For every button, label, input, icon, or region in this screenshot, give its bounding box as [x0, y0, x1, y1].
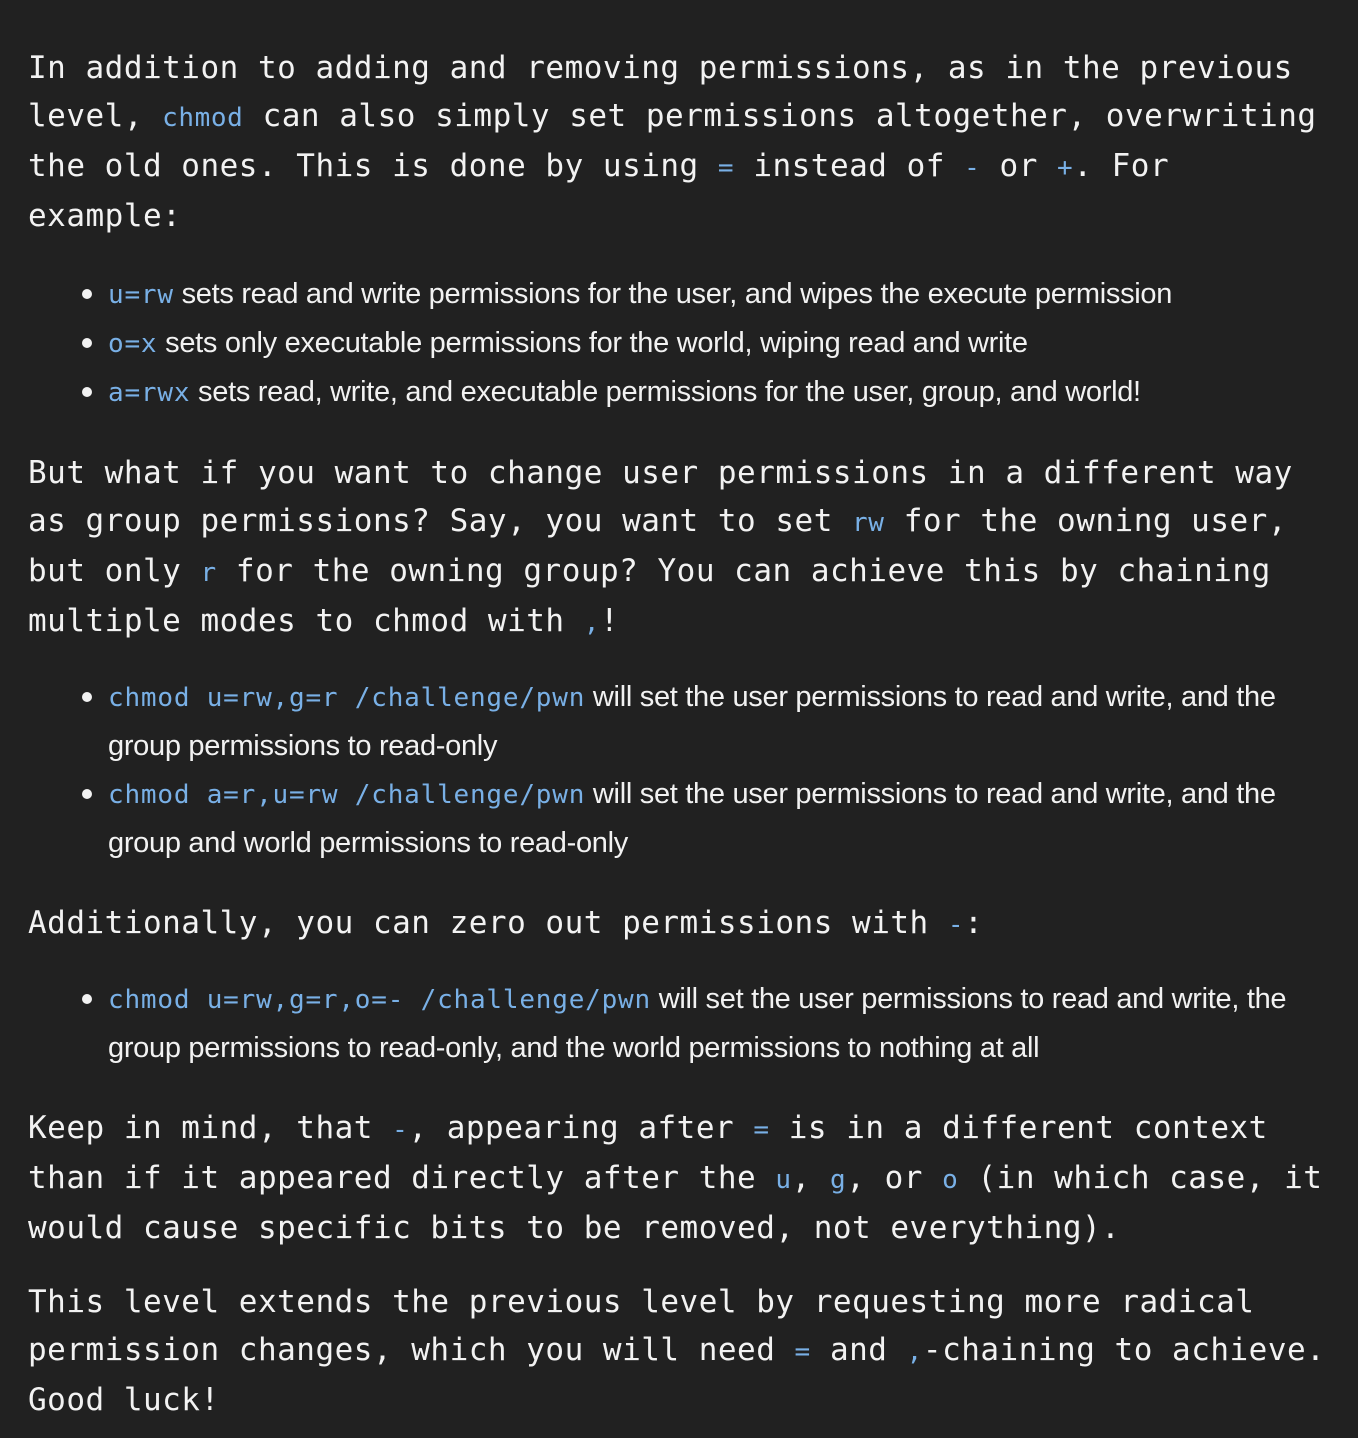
inline-code: chmod u=rw,g=r /challenge/pwn — [108, 683, 586, 713]
text: : — [964, 905, 984, 941]
list-item: chmod a=r,u=rw /challenge/pwn will set t… — [82, 770, 1330, 867]
inline-code: chmod — [162, 103, 244, 133]
inline-code: a=rwx — [108, 378, 191, 408]
list-item: u=rw sets read and write permissions for… — [82, 270, 1330, 319]
paragraph-context-note: Keep in mind, that -, appearing after = … — [28, 1104, 1330, 1252]
text: , appearing after — [408, 1110, 754, 1146]
list-item-text: sets read and write permissions for the … — [173, 278, 1173, 310]
list-item-text: sets only executable permissions for the… — [157, 327, 1028, 359]
text: , or — [846, 1160, 943, 1196]
inline-code: - — [964, 153, 981, 183]
inline-code: - — [392, 1115, 409, 1145]
inline-code: rw — [852, 508, 885, 538]
text: , — [791, 1160, 830, 1196]
inline-code: r — [200, 558, 217, 588]
list-item: chmod u=rw,g=r /challenge/pwn will set t… — [82, 673, 1330, 770]
inline-code: , — [906, 1337, 923, 1367]
list-item-text: sets read, write, and executable permiss… — [190, 376, 1141, 408]
inline-code: , — [583, 608, 601, 638]
inline-code: u — [775, 1165, 792, 1195]
inline-code: + — [1057, 153, 1074, 183]
list-item: a=rwx sets read, write, and executable p… — [82, 368, 1330, 417]
text: and — [810, 1332, 907, 1368]
paragraph-intro: In addition to adding and removing permi… — [28, 44, 1330, 240]
inline-code: = — [753, 1115, 770, 1145]
inline-code: = — [794, 1337, 811, 1367]
challenge-description: In addition to adding and removing permi… — [0, 0, 1358, 1424]
inline-code: - — [947, 910, 965, 940]
inline-code: = — [717, 153, 735, 183]
examples-list-zero-out: chmod u=rw,g=r,o=- /challenge/pwn will s… — [28, 975, 1330, 1072]
text: or — [980, 148, 1058, 184]
inline-code: chmod a=r,u=rw /challenge/pwn — [108, 780, 586, 810]
text: instead of — [734, 148, 965, 184]
paragraph-level-goal: This level extends the previous level by… — [28, 1278, 1330, 1424]
paragraph-zero-out: Additionally, you can zero out permissio… — [28, 899, 1330, 949]
list-item: o=x sets only executable permissions for… — [82, 319, 1330, 368]
inline-code: g — [829, 1165, 847, 1195]
text: ! — [600, 603, 620, 639]
paragraph-chaining: But what if you want to change user perm… — [28, 449, 1330, 647]
text: Additionally, you can zero out permissio… — [28, 905, 948, 941]
list-item: chmod u=rw,g=r,o=- /challenge/pwn will s… — [82, 975, 1330, 1072]
inline-code: o — [942, 1165, 959, 1195]
inline-code: chmod u=rw,g=r,o=- /challenge/pwn — [108, 985, 651, 1015]
inline-code: o=x — [108, 329, 158, 359]
examples-list-chaining: chmod u=rw,g=r /challenge/pwn will set t… — [28, 673, 1330, 867]
inline-code: u=rw — [108, 280, 174, 310]
examples-list-set: u=rw sets read and write permissions for… — [28, 270, 1330, 417]
text: Keep in mind, that — [28, 1110, 393, 1146]
